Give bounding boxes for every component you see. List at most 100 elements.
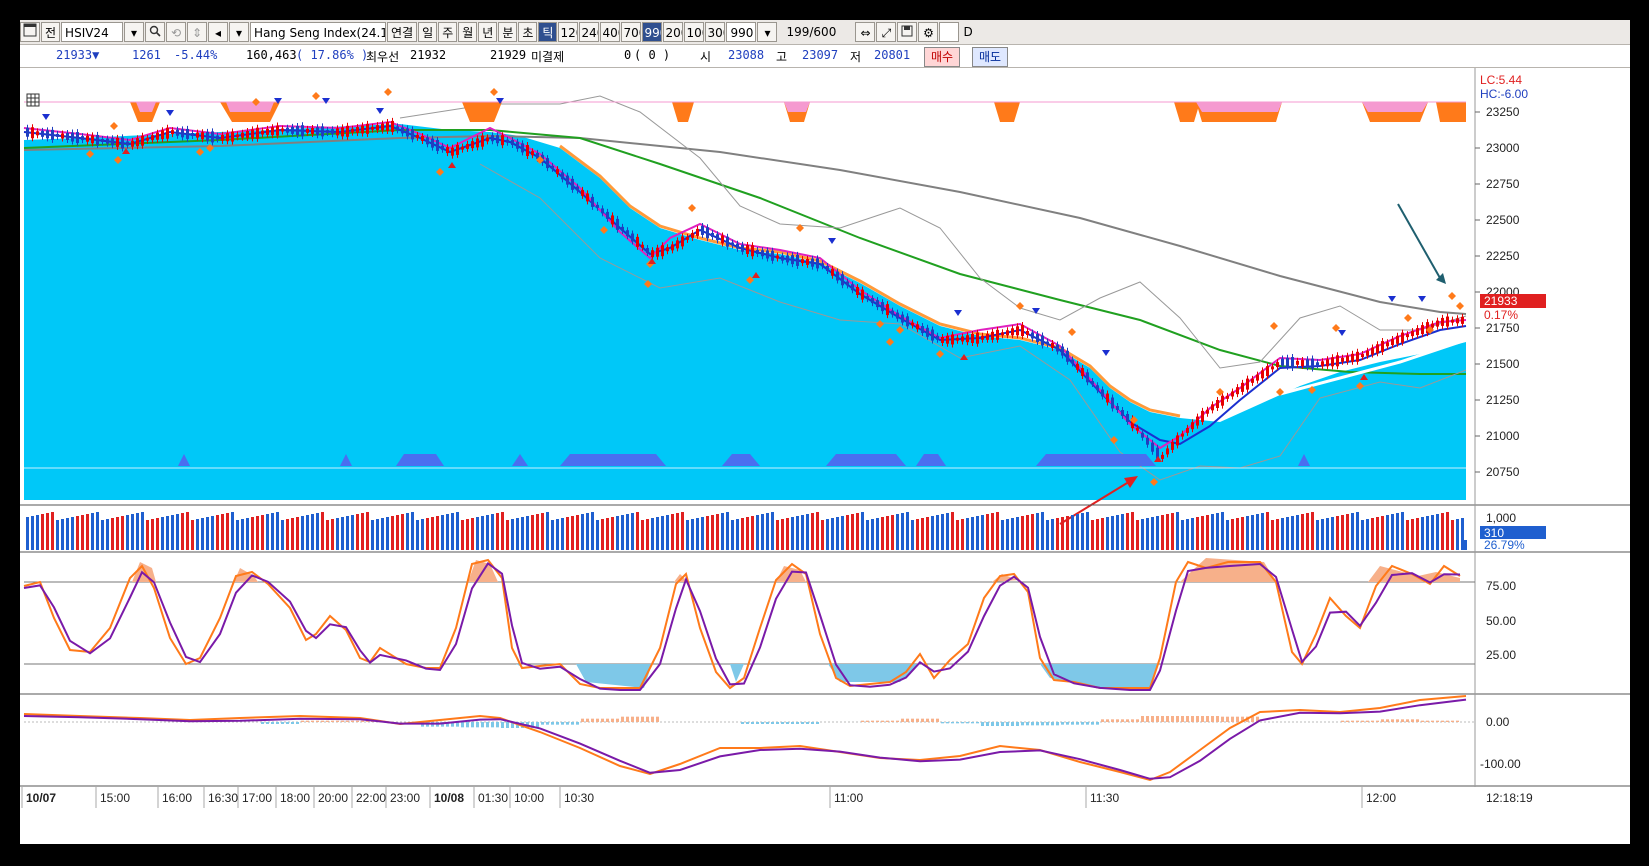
tick-dropdown-icon[interactable]: ▾	[757, 22, 778, 42]
window-icon[interactable]	[20, 22, 40, 42]
macd-tick-neg100: -100.00	[1480, 757, 1521, 771]
volume-bar	[576, 515, 579, 550]
time-label: 12:00	[1366, 791, 1396, 805]
macd-bar	[566, 722, 569, 725]
volume-bar	[556, 519, 559, 550]
volume-bar	[441, 515, 444, 550]
volume-bar	[331, 519, 334, 550]
volume-bar	[981, 515, 984, 550]
volume-bar	[966, 518, 969, 550]
sell-button[interactable]: 매도	[972, 47, 1009, 67]
tick-value-input[interactable]: 990	[726, 22, 757, 42]
volume-bar	[1096, 519, 1099, 550]
search-icon[interactable]	[145, 22, 166, 42]
macd-bar	[1086, 722, 1089, 725]
macd-bar	[1376, 720, 1379, 722]
volume-bar	[1391, 514, 1394, 550]
volume-bar	[591, 512, 594, 550]
volume-bar	[481, 516, 484, 550]
macd-bar	[361, 720, 364, 722]
preset-120[interactable]: 120	[558, 22, 579, 42]
checkbox[interactable]	[939, 22, 960, 42]
stoch-axis: 75.00 50.00 25.00	[1486, 579, 1516, 662]
period-year[interactable]: 년	[478, 22, 498, 42]
volume-bar	[161, 517, 164, 550]
volume-bar	[766, 513, 769, 550]
scroll-icon[interactable]: ⇔	[855, 22, 876, 42]
volume-bar	[571, 516, 574, 550]
period-month[interactable]: 월	[458, 22, 478, 42]
volume-bar	[301, 516, 304, 550]
macd-bar	[326, 720, 329, 722]
volume-bar	[181, 513, 184, 550]
period-tick[interactable]: 틱	[538, 22, 558, 42]
preset-990[interactable]: 990	[642, 22, 663, 42]
period-second[interactable]: 초	[518, 22, 538, 42]
period-minute[interactable]: 분	[498, 22, 518, 42]
volume-bar	[831, 518, 834, 550]
dropdown-arrow-icon[interactable]: ▾	[124, 22, 145, 42]
volume-bar	[1071, 515, 1074, 550]
macd-bar	[1201, 716, 1204, 722]
volume-bar	[176, 514, 179, 550]
preset-200[interactable]: 200	[663, 22, 684, 42]
macd-bar	[981, 722, 984, 726]
buy-button[interactable]: 매수	[924, 47, 961, 67]
speaker-icon[interactable]: ◂	[208, 22, 229, 42]
link-button[interactable]: 연결	[387, 22, 418, 42]
grid-icon[interactable]	[26, 93, 40, 107]
volume-bar	[1091, 520, 1094, 550]
volume-bar	[906, 512, 909, 550]
updown-icon[interactable]: ⇕	[187, 22, 208, 42]
volume-bar	[806, 514, 809, 550]
volume-bar	[421, 519, 424, 550]
macd-bar	[811, 722, 814, 724]
preset-1000[interactable]: 1000	[684, 22, 705, 42]
mode-button[interactable]: 전	[41, 22, 61, 42]
macd-bar	[1016, 722, 1019, 726]
gear-icon[interactable]: ⚙	[918, 22, 939, 42]
macd-bar	[1126, 719, 1129, 722]
macd-bar	[1456, 720, 1459, 722]
price-tick: 22500	[1486, 213, 1520, 227]
save-icon[interactable]	[897, 22, 918, 42]
period-week[interactable]: 주	[438, 22, 458, 42]
preset-3000[interactable]: 3000	[705, 22, 726, 42]
macd-bar	[646, 716, 649, 722]
volume-bar	[116, 517, 119, 550]
macd-signal-line	[23, 698, 1467, 780]
volume-bar	[946, 513, 949, 550]
volume-bar	[431, 517, 434, 550]
macd-bar	[496, 722, 499, 728]
link-icon[interactable]: ⟲	[166, 22, 187, 42]
price-tick: 20750	[1486, 465, 1520, 479]
chart-canvas[interactable]: LC:5.44 HC:-6.00 23250 23000 22750 22500 222…	[20, 68, 1630, 844]
macd-bar	[1426, 720, 1429, 722]
macd-bar	[1231, 716, 1234, 722]
volume-bar	[601, 519, 604, 550]
macd-bar	[776, 722, 779, 724]
macd-bar	[1211, 716, 1214, 722]
macd-bar	[1031, 722, 1034, 726]
high-label: 고	[776, 50, 788, 64]
symbol-input[interactable]: HSIV24	[61, 22, 124, 42]
menu-arrow-icon[interactable]: ▾	[229, 22, 250, 42]
macd-bar	[746, 722, 749, 724]
preset-240[interactable]: 240	[579, 22, 600, 42]
volume-bar	[681, 512, 684, 550]
period-day[interactable]: 일	[418, 22, 438, 42]
macd-bar	[486, 722, 489, 728]
volume-bar	[281, 520, 284, 550]
macd-bar	[1421, 720, 1424, 722]
volume-bar	[1201, 516, 1204, 550]
preset-700[interactable]: 700	[621, 22, 642, 42]
current-change-label: 0.17%	[1484, 308, 1518, 322]
macd-bar	[1166, 716, 1169, 722]
expand-icon[interactable]: ⤢	[876, 22, 897, 42]
volume-bar	[446, 514, 449, 550]
macd-bar	[916, 718, 919, 722]
volume-bar	[611, 517, 614, 550]
preset-400[interactable]: 400	[600, 22, 621, 42]
volume-bar	[781, 519, 784, 550]
volume-bar	[316, 513, 319, 550]
